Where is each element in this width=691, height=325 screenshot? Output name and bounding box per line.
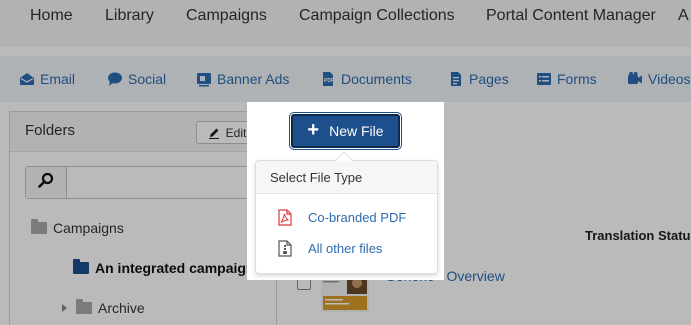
tab-forms[interactable]: Forms bbox=[536, 69, 597, 89]
tab-videos-label: Videos bbox=[648, 71, 691, 87]
tree-item-label: An integrated campaign bbox=[95, 260, 255, 276]
folder-icon bbox=[73, 259, 89, 274]
pdf-document-icon: PDF bbox=[320, 71, 336, 87]
popover-header: Select File Type bbox=[256, 161, 437, 194]
edit-label: Edit bbox=[225, 125, 247, 140]
tab-email[interactable]: Email bbox=[19, 69, 75, 89]
new-file-button[interactable]: + New File bbox=[291, 114, 400, 148]
svg-text:PDF: PDF bbox=[324, 78, 334, 84]
folders-title: Folders bbox=[25, 122, 76, 139]
form-icon bbox=[536, 71, 552, 87]
banner-icon bbox=[196, 71, 212, 87]
tab-documents-label: Documents bbox=[341, 71, 412, 87]
nav-portal-content-manager[interactable]: Portal Content Manager bbox=[486, 7, 656, 25]
option-co-branded-pdf[interactable]: Co-branded PDF bbox=[278, 209, 406, 226]
chat-bubble-icon bbox=[107, 71, 123, 87]
asset-type-tabs: Email Social Banner Ads PDF Documents Pa… bbox=[0, 56, 691, 102]
pencil-icon bbox=[208, 127, 220, 139]
tab-social[interactable]: Social bbox=[107, 69, 166, 89]
select-file-type-popover: Select File Type Co-branded PDF All othe… bbox=[255, 151, 438, 274]
tree-item-label: Campaigns bbox=[53, 220, 124, 236]
tree-item-label: Archive bbox=[98, 300, 145, 316]
pdf-file-icon bbox=[278, 209, 292, 226]
tab-videos[interactable]: Videos bbox=[627, 69, 691, 89]
option-label: Co-branded PDF bbox=[308, 210, 407, 225]
page-icon bbox=[448, 71, 464, 87]
folder-icon bbox=[31, 219, 47, 234]
tab-forms-label: Forms bbox=[557, 71, 597, 87]
tab-pages-label: Pages bbox=[469, 71, 509, 87]
new-file-label: New File bbox=[329, 123, 384, 139]
folder-search-input[interactable] bbox=[68, 167, 250, 198]
tab-social-label: Social bbox=[128, 71, 167, 87]
search-button[interactable] bbox=[26, 167, 67, 198]
tab-banner-ads[interactable]: Banner Ads bbox=[196, 69, 289, 89]
email-icon bbox=[19, 71, 35, 87]
nav-home[interactable]: Home bbox=[30, 7, 73, 25]
tab-pages[interactable]: Pages bbox=[448, 69, 509, 89]
nav-library[interactable]: Library bbox=[105, 7, 154, 25]
plus-icon: + bbox=[307, 119, 320, 141]
expand-caret-icon[interactable] bbox=[62, 304, 67, 312]
tree-item-integrated-campaign[interactable]: An integrated campaign bbox=[73, 259, 255, 276]
folders-panel-header: Folders Edit bbox=[10, 112, 276, 152]
tab-email-label: Email bbox=[40, 71, 76, 87]
folder-icon bbox=[76, 299, 92, 314]
tab-documents[interactable]: PDF Documents bbox=[320, 69, 412, 89]
popover-title: Select File Type bbox=[270, 170, 363, 185]
tree-item-campaigns[interactable]: Campaigns bbox=[31, 219, 124, 236]
tab-banner-ads-label: Banner Ads bbox=[217, 71, 290, 87]
nav-campaigns[interactable]: Campaigns bbox=[186, 7, 267, 25]
search-icon bbox=[38, 172, 54, 193]
nav-overflow-item[interactable]: A bbox=[678, 7, 689, 25]
video-camera-icon bbox=[627, 71, 643, 87]
option-label: All other files bbox=[308, 241, 383, 256]
folder-search bbox=[25, 166, 251, 199]
top-navigation: Home Library Campaigns Campaign Collecti… bbox=[0, 0, 691, 47]
tree-item-archive[interactable]: Archive bbox=[62, 299, 145, 316]
nav-campaign-collections[interactable]: Campaign Collections bbox=[299, 7, 455, 25]
option-all-other-files[interactable]: All other files bbox=[278, 240, 382, 257]
generic-file-icon bbox=[278, 240, 292, 257]
column-header-translation-status[interactable]: Translation Statu bbox=[585, 228, 690, 243]
folders-panel: Folders Edit Campaigns An integrated cam… bbox=[9, 111, 277, 325]
